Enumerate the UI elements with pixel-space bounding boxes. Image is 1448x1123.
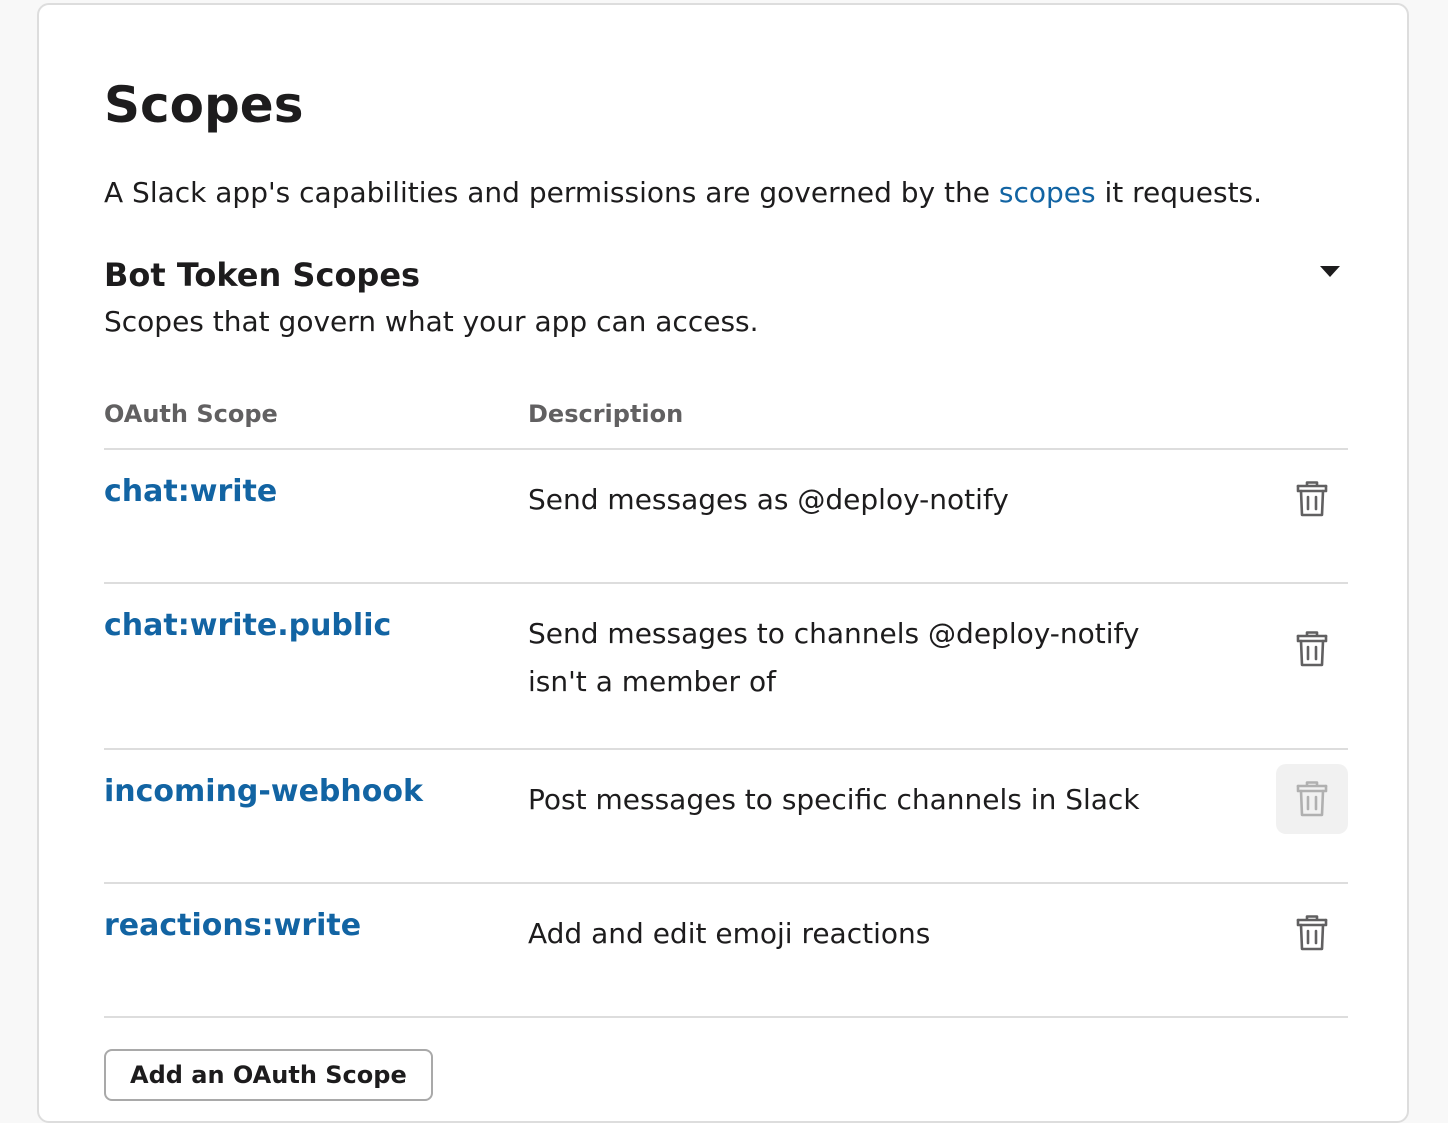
- add-oauth-scope-button[interactable]: Add an OAuth Scope: [104, 1049, 433, 1101]
- scope-name[interactable]: chat:write.public: [104, 606, 391, 646]
- section-subtitle: Scopes that govern what your app can acc…: [104, 305, 759, 338]
- scopes-link[interactable]: scopes: [999, 176, 1096, 209]
- page-title: Scopes: [104, 76, 304, 134]
- column-header-scope: OAuth Scope: [104, 400, 278, 428]
- column-header-description: Description: [528, 400, 684, 428]
- intro-text: A Slack app's capabilities and permissio…: [104, 171, 1262, 215]
- trash-icon: [1296, 915, 1328, 951]
- scope-name[interactable]: incoming-webhook: [104, 772, 423, 812]
- trash-icon: [1296, 481, 1328, 517]
- table-row: reactions:write Add and edit emoji react…: [104, 884, 1348, 1018]
- delete-scope-button[interactable]: [1276, 614, 1348, 684]
- trash-icon: [1296, 781, 1328, 817]
- scope-description: Post messages to specific channels in Sl…: [528, 783, 1140, 816]
- intro-text-end: it requests.: [1095, 176, 1263, 209]
- table-row: incoming-webhook Post messages to specif…: [104, 750, 1348, 884]
- table-row: chat:write Send messages as @deploy-noti…: [104, 450, 1348, 584]
- trash-icon: [1296, 631, 1328, 667]
- table-row: chat:write.public Send messages to chann…: [104, 584, 1348, 750]
- delete-scope-button[interactable]: [1276, 464, 1348, 534]
- section-collapse-toggle[interactable]: [1316, 259, 1344, 283]
- scopes-card: Scopes A Slack app's capabilities and pe…: [37, 3, 1409, 1123]
- caret-down-icon: [1320, 266, 1340, 277]
- scope-name[interactable]: reactions:write: [104, 906, 361, 946]
- scope-description: Add and edit emoji reactions: [528, 917, 931, 950]
- delete-scope-button[interactable]: [1276, 898, 1348, 968]
- scope-name[interactable]: chat:write: [104, 472, 277, 512]
- scopes-table: chat:write Send messages as @deploy-noti…: [104, 448, 1348, 1018]
- intro-text-start: A Slack app's capabilities and permissio…: [104, 176, 999, 209]
- section-title: Bot Token Scopes: [104, 256, 421, 294]
- scope-description: Send messages to channels @deploy-notify…: [528, 617, 1140, 698]
- delete-scope-button[interactable]: [1276, 764, 1348, 834]
- scope-description: Send messages as @deploy-notify: [528, 483, 1009, 516]
